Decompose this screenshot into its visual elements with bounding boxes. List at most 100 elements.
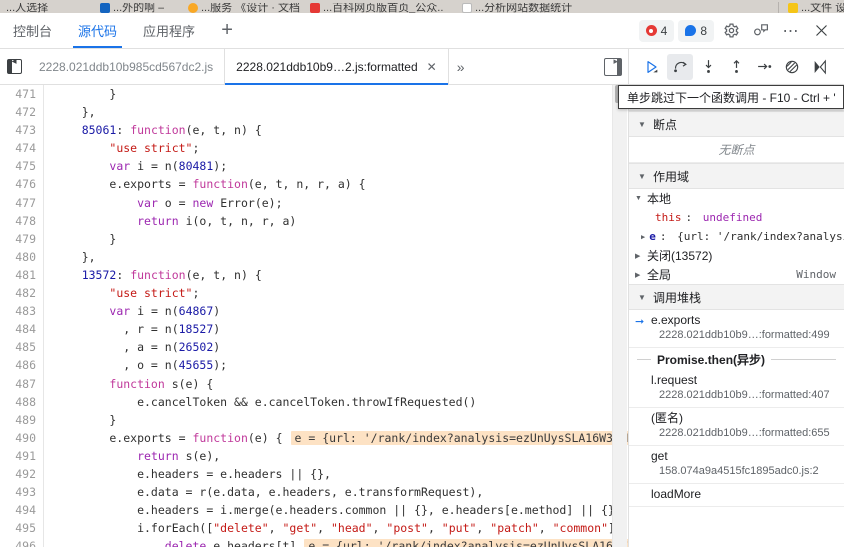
code-line[interactable]: 473 85061: function(e, t, n) { [0,121,628,140]
code-line[interactable]: 494 e.headers = i.merge(e.headers.common… [0,501,628,520]
line-number[interactable]: 473 [0,121,44,140]
close-icon[interactable]: ✕ [427,60,437,74]
line-number[interactable]: 496 [0,537,44,547]
line-number[interactable]: 472 [0,103,44,122]
line-number[interactable]: 474 [0,139,44,158]
tab-console[interactable]: 控制台 [0,13,65,48]
line-content[interactable]: , o = n(45655); [44,356,628,374]
show-navigator-icon[interactable] [0,49,28,85]
step-over-next-function-call-button[interactable] [667,53,693,80]
line-content[interactable]: "use strict"; [44,139,628,157]
line-content[interactable]: e.cancelToken && e.cancelToken.throwIfRe… [44,393,628,411]
line-content[interactable]: var i = n(64867) [44,302,628,320]
code-line[interactable]: 493 e.data = r(e.data, e.headers, e.tran… [0,483,628,502]
browser-tab[interactable]: ...外的啊 – [100,0,180,13]
line-content[interactable]: e.headers = e.headers || {}, [44,465,628,483]
add-panel-button[interactable]: + [208,13,246,48]
code-line[interactable]: 490 e.exports = function(e) {e = {url: '… [0,428,628,447]
line-number[interactable]: 494 [0,501,44,520]
line-content[interactable]: function s(e) { [44,375,628,393]
line-number[interactable]: 483 [0,302,44,321]
scope-global-group[interactable]: ▶ 全局 Window [629,265,844,284]
more-tabs-icon[interactable]: » [449,59,473,75]
line-number[interactable]: 489 [0,410,44,429]
code-editor[interactable]: 471 } 472 }, 473 85061: function(e, t, n) … [0,85,628,547]
line-content[interactable]: e.data = r(e.data, e.headers, e.transfor… [44,483,628,501]
line-number[interactable]: 492 [0,464,44,484]
step-button[interactable] [751,54,777,80]
line-number[interactable]: 485 [0,338,44,357]
browser-tab[interactable]: ...人选择 [6,0,94,13]
line-content[interactable]: e.exports = function(e) {e = {url: '/ran… [44,429,628,447]
line-number[interactable]: 480 [0,247,44,266]
code-line[interactable]: 476 e.exports = function(e, t, n, r, a) … [0,175,628,194]
browser-tab[interactable]: ...百科网页版首页_公众... [310,0,450,13]
line-number[interactable]: 487 [0,374,44,393]
file-tab-unformatted[interactable]: 2228.021ddb10b985cd567dc2.js [28,49,224,84]
line-content[interactable]: e.exports = function(e, t, n, r, a) { [44,175,628,193]
browser-tab[interactable]: ...文件 设计稿 [788,0,844,13]
browser-tab[interactable]: ...分析网站数据统计 [462,0,602,13]
line-number[interactable]: 482 [0,284,44,303]
sidebar-section-scope[interactable]: ▼ 作用域 [629,163,844,189]
code-line[interactable]: 482 "use strict"; [0,284,628,303]
deactivate-breakpoints-icon[interactable] [779,54,805,80]
line-content[interactable]: i.forEach(["delete", "get", "head", "pos… [44,519,628,537]
code-line[interactable]: 474 "use strict"; [0,139,628,158]
line-content[interactable]: delete e.headers[t] e = {url: '/rank/inde… [44,537,628,547]
call-stack-frame[interactable]: loadMore [629,484,844,507]
code-line[interactable]: 495 i.forEach(["delete", "get", "head", … [0,519,628,538]
line-number[interactable]: 475 [0,157,44,176]
line-content[interactable]: 85061: function(e, t, n) { [44,121,628,139]
code-line[interactable]: 471 } [0,85,628,104]
close-icon[interactable] [808,19,834,43]
step-out-of-current-function-button[interactable] [723,54,749,80]
code-line[interactable]: 491 return s(e), [0,446,628,465]
gear-icon[interactable] [718,19,744,43]
line-number[interactable]: 481 [0,265,44,285]
code-line[interactable]: 477 var o = new Error(e); [0,193,628,212]
tab-sources[interactable]: 源代码 [65,13,130,48]
chevron-right-icon[interactable]: ▶ [641,233,645,241]
line-content[interactable]: } [44,411,628,429]
code-line[interactable]: 492 e.headers = e.headers || {}, [0,464,628,484]
scope-closure-group[interactable]: ▶ 关闭(13572) [629,246,844,265]
call-stack-frame[interactable]: get 158.074a9a4515fc1895adc0.js:2 [629,446,844,484]
line-content[interactable]: 13572: function(e, t, n) { [44,266,628,284]
line-number[interactable]: 493 [0,483,44,502]
line-content[interactable]: } [44,230,628,248]
info-count-badge[interactable]: 8 [678,19,714,42]
editor-scrollbar[interactable] [612,85,627,547]
call-stack-frame[interactable]: l.request 2228.021ddb10b9…:formatted:407 [629,370,844,408]
code-line[interactable]: 496 delete e.headers[t] e = {url: '/rank/… [0,537,628,547]
pause-on-exceptions-icon[interactable] [807,54,833,80]
line-number[interactable]: 478 [0,211,44,230]
call-stack-frame[interactable]: ➞ e.exports 2228.021ddb10b9…:formatted:4… [629,310,844,348]
code-line[interactable]: 486 , o = n(45655); [0,356,628,375]
line-content[interactable]: var o = new Error(e); [44,194,628,212]
line-content[interactable]: return s(e), [44,447,628,465]
resume-script-execution-button[interactable] [639,54,665,80]
line-number[interactable]: 476 [0,175,44,194]
scope-entry-this[interactable]: this: undefined [629,208,844,227]
code-line[interactable]: 478 return i(o, t, n, r, a) [0,211,628,230]
code-line[interactable]: 479 } [0,229,628,248]
step-into-next-function-call-button[interactable] [695,54,721,80]
call-stack-frame[interactable]: (匿名) 2228.021ddb10b9…:formatted:655 [629,408,844,446]
file-tab-formatted[interactable]: 2228.021ddb10b9…2.js:formatted ✕ [224,49,449,85]
line-number[interactable]: 477 [0,193,44,212]
line-content[interactable]: var i = n(80481); [44,157,628,175]
line-number[interactable]: 491 [0,446,44,465]
line-number[interactable]: 479 [0,229,44,248]
more-options-icon[interactable]: ⋯ [778,19,804,43]
line-number[interactable]: 488 [0,392,44,411]
line-content[interactable]: } [44,85,628,103]
tab-application[interactable]: 应用程序 [130,13,208,48]
code-line[interactable]: 472 }, [0,103,628,122]
code-line[interactable]: 483 var i = n(64867) [0,302,628,321]
code-line[interactable]: 484 , r = n(18527) [0,320,628,339]
show-debugger-icon[interactable] [604,56,622,76]
line-number[interactable]: 490 [0,428,44,447]
code-line[interactable]: 485 , a = n(26502) [0,338,628,357]
line-number[interactable]: 495 [0,519,44,538]
